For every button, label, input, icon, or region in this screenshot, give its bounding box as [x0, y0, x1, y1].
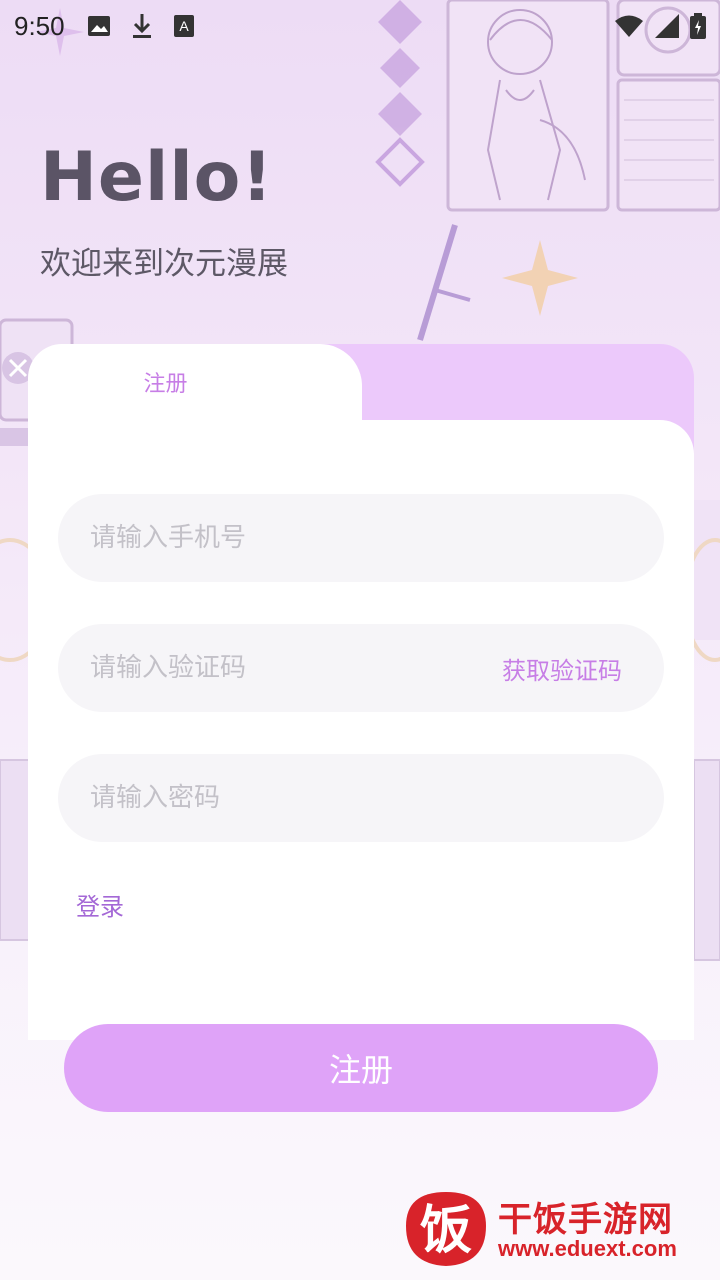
login-link[interactable]: 登录 — [76, 887, 124, 922]
watermark-logo-char: 饭 — [420, 1201, 472, 1261]
battery-icon — [690, 13, 706, 39]
svg-text:A: A — [179, 18, 189, 34]
phone-field[interactable] — [58, 494, 664, 582]
greeting-title: Hello! — [40, 138, 274, 217]
tab-register-label: 注册 — [28, 366, 362, 398]
watermark-logo-icon: 饭 — [406, 1192, 486, 1266]
watermark: 饭 干饭手游网 www.eduext.com — [398, 1186, 708, 1270]
signal-icon — [655, 14, 679, 38]
welcome-subtitle: 欢迎来到次元漫展 — [40, 246, 288, 282]
register-button[interactable]: 注册 — [64, 1024, 658, 1112]
code-input[interactable] — [90, 653, 502, 683]
password-input[interactable] — [90, 783, 632, 813]
tab-register-text: 注册 — [143, 372, 188, 397]
font-icon: A — [173, 15, 194, 37]
status-bar: 9:50 A — [0, 0, 720, 52]
code-field[interactable]: 获取验证码 — [58, 624, 664, 712]
image-icon — [87, 16, 110, 36]
watermark-name: 干饭手游网 — [498, 1200, 673, 1240]
watermark-url: www.eduext.com — [498, 1236, 677, 1261]
wifi-icon — [615, 15, 643, 37]
download-icon — [132, 14, 151, 38]
status-time: 9:50 — [14, 10, 65, 41]
notification-icons: A — [87, 13, 195, 39]
get-code-button[interactable]: 获取验证码 — [502, 651, 622, 686]
system-icons — [614, 13, 706, 39]
phone-input[interactable] — [90, 523, 632, 553]
password-field[interactable] — [58, 754, 664, 842]
